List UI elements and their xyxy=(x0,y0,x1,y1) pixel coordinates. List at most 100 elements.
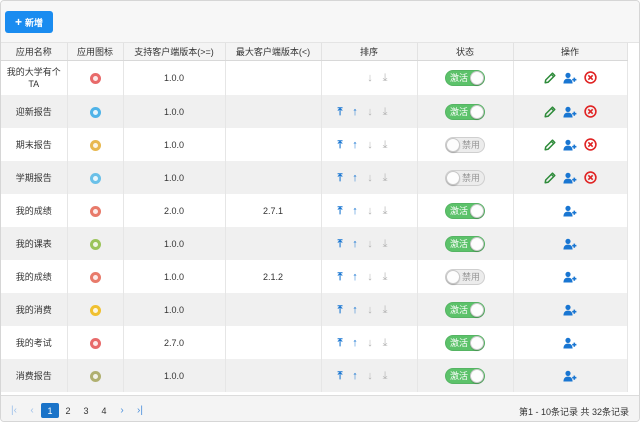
edit-icon[interactable] xyxy=(543,138,556,151)
move-down-icon[interactable]: ↓ xyxy=(364,238,377,250)
add-user-icon[interactable] xyxy=(563,238,577,250)
add-user-icon[interactable] xyxy=(562,172,577,184)
move-up-icon[interactable]: ↑ xyxy=(349,139,362,151)
move-top-icon[interactable]: ⤒ xyxy=(334,238,347,250)
move-down-icon[interactable]: ↓ xyxy=(364,139,377,151)
add-button[interactable]: + 新增 xyxy=(5,11,53,33)
max-version: 2.7.1 xyxy=(225,194,322,227)
status-label: 激活 xyxy=(450,72,469,83)
status-toggle[interactable]: 禁用 xyxy=(445,136,485,153)
add-user-icon[interactable] xyxy=(562,106,577,118)
page-button-1[interactable]: 1 xyxy=(41,403,59,418)
move-down-icon[interactable]: ↓ xyxy=(364,304,377,316)
move-down-icon[interactable]: ↓ xyxy=(364,72,377,84)
page-button-4[interactable]: 4 xyxy=(95,403,113,418)
column-header-max-version[interactable]: 最大客户端版本(<) xyxy=(225,43,322,61)
app-name: 消费报告 xyxy=(1,359,68,392)
move-top-icon[interactable]: ⤒ xyxy=(334,205,347,217)
move-top-icon[interactable]: ⤒ xyxy=(334,271,347,283)
column-header-icon[interactable]: 应用图标 xyxy=(67,43,124,61)
status-toggle[interactable]: 禁用 xyxy=(445,268,485,285)
page-button-2[interactable]: 2 xyxy=(59,403,77,418)
add-user-icon[interactable] xyxy=(562,139,577,151)
move-down-icon[interactable]: ↓ xyxy=(364,205,377,217)
delete-icon[interactable] xyxy=(583,105,597,118)
sort-cell: ⤒ ↑ ↓ ⤓ xyxy=(321,260,418,293)
status-toggle[interactable]: 激活 xyxy=(445,103,485,120)
move-down-icon[interactable]: ↓ xyxy=(364,271,377,283)
status-toggle[interactable]: 激活 xyxy=(445,301,485,318)
delete-icon[interactable] xyxy=(583,171,597,184)
move-bottom-icon[interactable]: ⤓ xyxy=(379,238,392,250)
add-user-icon[interactable] xyxy=(563,337,577,349)
move-up-icon[interactable]: ↑ xyxy=(349,271,362,283)
move-bottom-icon[interactable]: ⤓ xyxy=(379,370,392,382)
move-bottom-icon[interactable]: ⤓ xyxy=(379,139,392,151)
move-up-icon[interactable]: ↑ xyxy=(349,304,362,316)
toggle-knob xyxy=(470,236,484,251)
status-toggle[interactable]: 激活 xyxy=(445,69,485,86)
app-logo-icon xyxy=(89,205,101,217)
add-user-icon[interactable] xyxy=(563,304,577,316)
move-top-icon[interactable]: ⤒ xyxy=(334,304,347,316)
move-up-icon[interactable]: ↑ xyxy=(349,370,362,382)
move-down-icon[interactable]: ↓ xyxy=(364,106,377,118)
move-top-icon[interactable]: ⤒ xyxy=(334,139,347,151)
move-bottom-icon[interactable]: ⤓ xyxy=(379,271,392,283)
move-top-icon[interactable]: ⤒ xyxy=(334,106,347,118)
move-bottom-icon[interactable]: ⤓ xyxy=(379,172,392,184)
status-toggle[interactable]: 激活 xyxy=(445,367,485,384)
prev-page-button[interactable]: ‹ xyxy=(23,403,41,418)
table-row: 我的成绩 1.0.0 2.1.2 ⤒ ↑ ↓ ⤓ 禁用 xyxy=(1,260,628,293)
move-down-icon[interactable]: ↓ xyxy=(364,370,377,382)
min-version: 1.0.0 xyxy=(123,128,226,161)
column-header-sort[interactable]: 排序 xyxy=(321,43,418,61)
column-header-actions[interactable]: 操作 xyxy=(513,43,628,61)
table-body: 我的大学有个TA 1.0.0 ↓ ⤓ 激活 迎新报告 1.0.0 ⤒ ↑ ↓ ⤓ 激活 期末报告 1.0.… xyxy=(1,60,628,392)
move-up-icon[interactable]: ↑ xyxy=(349,106,362,118)
first-page-button[interactable]: |‹ xyxy=(5,403,23,418)
status-toggle[interactable]: 激活 xyxy=(445,334,485,351)
status-toggle[interactable]: 激活 xyxy=(445,202,485,219)
move-up-icon[interactable]: ↑ xyxy=(349,238,362,250)
status-toggle[interactable]: 禁用 xyxy=(445,169,485,186)
move-up-icon[interactable]: ↑ xyxy=(349,172,362,184)
actions-cell xyxy=(513,128,628,161)
add-user-icon[interactable] xyxy=(563,205,577,217)
add-user-icon[interactable] xyxy=(562,72,577,84)
move-bottom-icon[interactable]: ⤓ xyxy=(379,337,392,349)
move-bottom-icon[interactable]: ⤓ xyxy=(379,205,392,217)
table-header-row: 应用名称 应用图标 支持客户端版本(>=) 最大客户端版本(<) 排序 状态 操… xyxy=(1,43,628,61)
status-label: 禁用 xyxy=(461,271,480,282)
add-user-icon[interactable] xyxy=(563,271,577,283)
status-cell: 激活 xyxy=(417,60,514,95)
min-version: 2.0.0 xyxy=(123,194,226,227)
move-up-icon[interactable]: ↑ xyxy=(349,337,362,349)
column-header-status[interactable]: 状态 xyxy=(417,43,514,61)
max-version: 2.1.2 xyxy=(225,260,322,293)
delete-icon[interactable] xyxy=(583,138,597,151)
move-down-icon[interactable]: ↓ xyxy=(364,172,377,184)
add-user-icon[interactable] xyxy=(563,370,577,382)
status-label: 禁用 xyxy=(461,139,480,150)
move-top-icon[interactable]: ⤒ xyxy=(334,370,347,382)
move-top-icon[interactable]: ⤒ xyxy=(334,172,347,184)
move-up-icon[interactable]: ↑ xyxy=(349,205,362,217)
move-bottom-icon[interactable]: ⤓ xyxy=(379,72,392,84)
sort-cell: ⤒ ↑ ↓ ⤓ xyxy=(321,227,418,260)
column-header-name[interactable]: 应用名称 xyxy=(1,43,68,61)
edit-icon[interactable] xyxy=(543,105,556,118)
edit-icon[interactable] xyxy=(543,72,556,84)
page-button-3[interactable]: 3 xyxy=(77,403,95,418)
next-page-button[interactable]: › xyxy=(113,403,131,418)
delete-icon[interactable] xyxy=(583,71,597,84)
status-toggle[interactable]: 激活 xyxy=(445,235,485,252)
last-page-button[interactable]: ›| xyxy=(131,403,149,418)
move-bottom-icon[interactable]: ⤓ xyxy=(379,106,392,118)
move-bottom-icon[interactable]: ⤓ xyxy=(379,304,392,316)
column-header-min-version[interactable]: 支持客户端版本(>=) xyxy=(123,43,226,61)
edit-icon[interactable] xyxy=(543,171,556,184)
toggle-knob xyxy=(446,137,460,152)
move-top-icon[interactable]: ⤒ xyxy=(334,337,347,349)
move-down-icon[interactable]: ↓ xyxy=(364,337,377,349)
